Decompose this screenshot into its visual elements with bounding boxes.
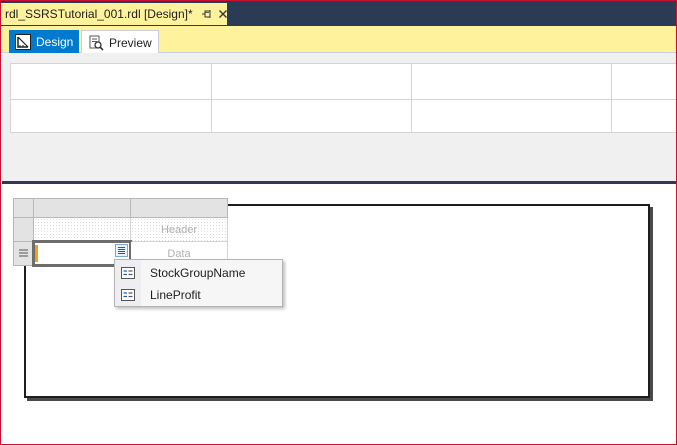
tablix-corner-handle[interactable] [13,198,34,218]
cell-edit-marker [35,245,38,262]
field-dropdown: StockGroupName LineProfit [114,259,283,307]
view-tabs: Design Preview [1,26,676,54]
tablix-header-cell-1[interactable] [34,218,131,242]
pin-icon[interactable] [201,8,213,20]
document-tabstrip: rdl_SSRSTutorial_001.rdl [Design]* [1,1,676,26]
field-item-label: LineProfit [150,287,201,302]
tab-preview[interactable]: Preview [81,30,159,54]
details-group-icon [19,248,28,260]
tablix-column-handle[interactable] [131,198,228,218]
tablix-row-handle-details[interactable] [13,242,34,266]
preview-icon [88,35,104,51]
header-grid-column-divider [411,64,412,132]
page-header-area[interactable] [2,53,676,181]
report-body-area: Header Data [2,184,676,444]
tab-design[interactable]: Design [9,30,80,53]
document-tab-title: rdl_SSRSTutorial_001.rdl [Design]* [5,7,193,21]
close-icon[interactable] [217,8,229,20]
field-item-label: StockGroupName [150,265,246,280]
field-item-stockgroupname[interactable]: StockGroupName [115,261,282,284]
header-grid-row-divider [11,99,676,100]
report-designer-window: rdl_SSRSTutorial_001.rdl [Design]* Desig… [0,0,677,445]
header-cell-text: Header [160,223,198,236]
field-list-icon[interactable] [115,244,128,257]
tab-preview-label: Preview [109,35,152,50]
header-grid-column-divider [611,64,612,132]
field-item-lineprofit[interactable]: LineProfit [115,283,282,306]
tablix-header-cell-2[interactable]: Header [131,218,228,242]
tablix-row-handle-header[interactable] [13,218,34,242]
design-ruler-icon [15,33,31,50]
field-icon [115,288,141,301]
tablix-column-handle[interactable] [34,198,131,218]
tab-design-label: Design [36,34,74,49]
data-cell-text: Data [167,247,191,260]
document-tab[interactable]: rdl_SSRSTutorial_001.rdl [Design]* [1,3,227,25]
header-grid-column-divider [211,64,212,132]
page-header-grid[interactable] [10,63,676,133]
field-icon [115,266,141,279]
